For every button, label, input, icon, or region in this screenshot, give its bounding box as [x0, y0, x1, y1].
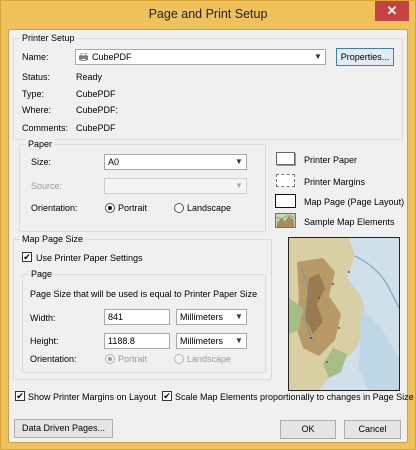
map-page-swatch [275, 194, 296, 208]
width-unit-select[interactable]: Millimeters ▼ [176, 309, 247, 325]
type-value: CubePDF [76, 89, 116, 99]
chevron-down-icon: ▼ [235, 157, 243, 166]
status-value: Ready [76, 72, 103, 82]
chevron-down-icon: ▼ [235, 181, 243, 190]
printer-icon [79, 53, 88, 61]
height-unit-value: Millimeters [180, 336, 224, 346]
map-preview-image [289, 238, 399, 390]
height-input[interactable]: 1188.8 [104, 333, 170, 349]
page-group-label: Page [29, 269, 55, 279]
paper-orientation-label: Orientation: [31, 203, 78, 213]
data-driven-pages-button[interactable]: Data Driven Pages... [14, 419, 113, 438]
page-portrait-radio[interactable] [105, 354, 115, 364]
chevron-down-icon: ▼ [235, 336, 243, 345]
map-page-legend-label: Map Page (Page Layout) [304, 197, 405, 207]
map-page-size-group-label: Map Page Size [20, 234, 86, 244]
page-landscape-label[interactable]: Landscape [187, 354, 231, 364]
paper-landscape-label[interactable]: Landscape [187, 203, 231, 213]
comments-label: Comments: [22, 123, 69, 133]
height-unit-select[interactable]: Millimeters ▼ [176, 333, 247, 349]
paper-source-select[interactable]: ▼ [104, 178, 247, 194]
scale-elements-label[interactable]: Scale Map Elements proportionally to cha… [175, 392, 414, 402]
window-title: Page and Print Setup [148, 7, 268, 21]
paper-portrait-label[interactable]: Portrait [118, 203, 147, 213]
close-button[interactable]: ✕ [375, 1, 409, 21]
map-page-preview [288, 237, 400, 391]
show-margins-checkbox[interactable]: ✔ [15, 391, 25, 401]
page-landscape-radio[interactable] [174, 354, 184, 364]
status-label: Status: [22, 72, 51, 82]
use-printer-settings-checkbox[interactable]: ✔ [22, 252, 32, 262]
chevron-down-icon: ▼ [314, 52, 322, 61]
show-margins-label[interactable]: Show Printer Margins on Layout [28, 392, 156, 402]
name-label: Name: [22, 52, 49, 62]
printer-paper-swatch [276, 152, 295, 165]
title-bar[interactable]: Page and Print Setup ✕ [1, 1, 415, 29]
page-size-info-text: Page Size that will be used is equal to … [30, 289, 258, 299]
type-label: Type: [22, 89, 45, 99]
ok-button[interactable]: OK [280, 420, 336, 439]
where-value: CubePDF: [76, 105, 119, 115]
size-label: Size: [31, 157, 52, 167]
comments-value: CubePDF [76, 123, 116, 133]
paper-portrait-radio[interactable] [105, 203, 115, 213]
page-orientation-label: Orientation: [30, 354, 77, 364]
printer-name-value: CubePDF [92, 52, 132, 62]
width-input[interactable]: 841 [104, 309, 170, 325]
cancel-button[interactable]: Cancel [344, 420, 401, 439]
sample-map-elements-icon [275, 213, 296, 228]
paper-size-select[interactable]: A0 ▼ [104, 154, 247, 170]
dialog-window: Page and Print Setup ✕ Printer Setup Nam… [0, 0, 416, 450]
dialog-client-area: Printer Setup Name: CubePDF ▼ Properties… [8, 29, 414, 443]
printer-margins-swatch [276, 174, 295, 187]
use-printer-settings-label[interactable]: Use Printer Paper Settings [36, 253, 143, 263]
paper-landscape-radio[interactable] [174, 203, 184, 213]
sample-map-elements-legend-label: Sample Map Elements [304, 217, 395, 227]
properties-button[interactable]: Properties... [336, 48, 394, 66]
printer-paper-legend-label: Printer Paper [304, 155, 358, 165]
scale-elements-checkbox[interactable]: ✔ [162, 391, 172, 401]
width-label: Width: [30, 313, 56, 323]
printer-setup-group-label: Printer Setup [20, 33, 77, 43]
printer-name-select[interactable]: CubePDF ▼ [75, 49, 326, 65]
page-portrait-label[interactable]: Portrait [118, 354, 147, 364]
height-label: Height: [30, 336, 59, 346]
width-unit-value: Millimeters [180, 312, 224, 322]
chevron-down-icon: ▼ [235, 312, 243, 321]
paper-size-value: A0 [108, 157, 120, 167]
source-label: Source: [31, 181, 63, 191]
paper-group-label: Paper [26, 139, 55, 149]
where-label: Where: [22, 105, 52, 115]
printer-margins-legend-label: Printer Margins [304, 177, 366, 187]
